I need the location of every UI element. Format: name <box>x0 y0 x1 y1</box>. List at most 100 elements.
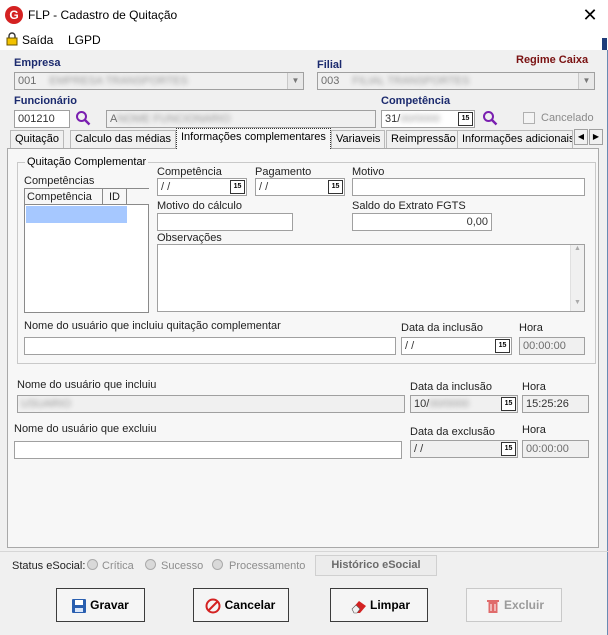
regime-caixa-label: Regime Caixa <box>516 54 589 66</box>
data-inclusao-label: Data da inclusão <box>410 381 492 393</box>
hora-complementar-input[interactable]: 00:00:00 <box>519 337 585 355</box>
tab-variaveis[interactable]: Variaveis <box>331 130 386 148</box>
competencias-grid[interactable]: Competência ID <box>24 188 149 313</box>
competencia-input[interactable]: 31/00/0000 15 <box>381 110 475 128</box>
delete-button-label: Excluir <box>503 598 545 612</box>
background-window-edge <box>602 38 607 50</box>
menu-lgpd[interactable]: LGPD <box>68 33 101 47</box>
data-inclusao-complementar-value: / / <box>405 340 415 352</box>
calendar-icon[interactable]: 15 <box>458 112 473 126</box>
data-inclusao-complementar-input[interactable]: / / 15 <box>401 337 512 355</box>
saldo-fgts-input[interactable]: 0,00 <box>352 213 492 231</box>
hora-exclusao-input[interactable]: 00:00:00 <box>522 440 589 458</box>
status-esocial-label: Status eSocial: <box>12 560 86 572</box>
motivo-label: Motivo <box>352 166 385 178</box>
status-sucesso-radio[interactable] <box>145 559 156 570</box>
calendar-icon[interactable]: 15 <box>501 397 516 411</box>
close-icon[interactable]: ✕ <box>578 4 602 26</box>
calendar-icon[interactable]: 15 <box>328 180 343 194</box>
pagamento-label: Pagamento <box>255 166 312 178</box>
historico-esocial-button[interactable]: Histórico eSocial <box>315 555 437 576</box>
data-inclusao-hidden: 00/0000 <box>429 398 470 410</box>
competencia-hidden: 00/0000 <box>400 113 441 125</box>
scrollbar[interactable]: ▲ ▼ <box>570 245 584 311</box>
data-inclusao-input[interactable]: 10/00/0000 15 <box>410 395 518 413</box>
data-inclusao-complementar-label: Data da inclusão <box>401 322 483 334</box>
table-row[interactable] <box>26 206 127 223</box>
grid-header: Competência ID <box>25 189 149 205</box>
lock-icon <box>6 32 18 46</box>
clear-button-label: Limpar <box>369 598 410 612</box>
hora-exclusao-label: Hora <box>522 424 546 436</box>
tab-reimpressao[interactable]: Reimpressão <box>386 130 461 148</box>
menu-exit[interactable]: Saída <box>22 33 53 47</box>
data-exclusao-label: Data da exclusão <box>410 426 495 438</box>
usuario-incluiu-input[interactable]: USUARIO <box>17 395 405 413</box>
cancel-button[interactable]: Cancelar <box>193 588 289 622</box>
search-icon[interactable] <box>482 110 498 126</box>
calendar-icon[interactable]: 15 <box>230 180 245 194</box>
hora-inclusao-input[interactable]: 15:25:26 <box>522 395 589 413</box>
observacoes-textarea[interactable]: ▲ ▼ <box>157 244 585 312</box>
motivo-input[interactable] <box>352 178 585 196</box>
col-competencia[interactable]: Competência <box>27 191 92 203</box>
motivo-calculo-input[interactable] <box>157 213 293 231</box>
status-processamento-label: Processamento <box>229 560 306 572</box>
chevron-down-icon[interactable]: ▼ <box>287 73 303 89</box>
tab-scroll-left-icon[interactable]: ◀ <box>574 129 588 145</box>
empresa-select[interactable]: 001 EMPRESA TRANSPORTES ▼ <box>14 72 304 90</box>
saldo-fgts-label: Saldo do Extrato FGTS <box>352 200 466 212</box>
search-icon[interactable] <box>75 110 91 126</box>
empresa-code: 001 <box>18 75 37 87</box>
competencia-complementar-input[interactable]: / / 15 <box>157 178 247 196</box>
clear-button[interactable]: Limpar <box>330 588 428 622</box>
status-critica-radio[interactable] <box>87 559 98 570</box>
usuario-excluiu-label: Nome do usuário que excluiu <box>14 423 157 435</box>
filial-select[interactable]: 003 FILIAL TRANSPORTES ▼ <box>317 72 595 90</box>
motivo-calculo-label: Motivo do cálculo <box>157 200 242 212</box>
competencias-label: Competências <box>24 175 95 187</box>
cancel-circle-icon <box>205 598 221 614</box>
save-button[interactable]: Gravar <box>56 588 145 622</box>
divider <box>0 551 608 552</box>
tab-scroll-right-icon[interactable]: ▶ <box>589 129 603 145</box>
delete-button[interactable]: Excluir <box>466 588 562 622</box>
funcionario-name-hidden: NOME FUNCIONARIO <box>117 113 231 125</box>
tab-informacoes-adicionais[interactable]: Informações adicionais <box>457 130 573 148</box>
cancelado-checkbox[interactable] <box>523 112 535 124</box>
col-id[interactable]: ID <box>109 191 120 203</box>
funcionario-label: Funcionário <box>14 95 77 107</box>
data-exclusao-input[interactable]: / / 15 <box>410 440 518 458</box>
tab-informacoes-complementares[interactable]: Informações complementares <box>176 128 331 149</box>
funcionario-initial: A <box>110 113 118 125</box>
col-divider <box>102 189 103 205</box>
competencia-label: Competência <box>381 95 451 107</box>
tab-calculo-medias[interactable]: Calculo das médias <box>70 130 176 148</box>
window-title: FLP - Cadastro de Quitação <box>28 8 178 22</box>
funcionario-code-input[interactable]: 001210 <box>14 110 70 128</box>
app-logo-icon: G <box>5 6 23 24</box>
trash-icon <box>487 600 499 613</box>
scroll-down-icon[interactable]: ▼ <box>571 299 584 311</box>
observacoes-label: Observações <box>157 232 222 244</box>
filial-name: FILIAL TRANSPORTES <box>352 75 470 87</box>
filial-label: Filial <box>317 59 343 71</box>
pagamento-input[interactable]: / / 15 <box>255 178 345 196</box>
floppy-disk-icon <box>72 599 86 613</box>
pagamento-value: / / <box>259 181 269 193</box>
usuario-excluiu-input[interactable] <box>14 441 402 459</box>
chevron-down-icon[interactable]: ▼ <box>578 73 594 89</box>
empresa-name: EMPRESA TRANSPORTES <box>49 75 188 87</box>
calendar-icon[interactable]: 15 <box>501 442 516 456</box>
status-critica-label: Crítica <box>102 560 134 572</box>
eraser-icon <box>351 601 366 614</box>
status-processamento-radio[interactable] <box>212 559 223 570</box>
data-inclusao-value: 10/ <box>414 398 430 410</box>
empresa-label: Empresa <box>14 57 61 69</box>
usuario-incluiu-complementar-input[interactable] <box>24 337 396 355</box>
tab-quitacao[interactable]: Quitação <box>10 130 65 148</box>
cancelado-label: Cancelado <box>541 112 594 124</box>
scroll-up-icon[interactable]: ▲ <box>571 245 584 257</box>
competencia-complementar-label: Competência <box>157 166 222 178</box>
calendar-icon[interactable]: 15 <box>495 339 510 353</box>
